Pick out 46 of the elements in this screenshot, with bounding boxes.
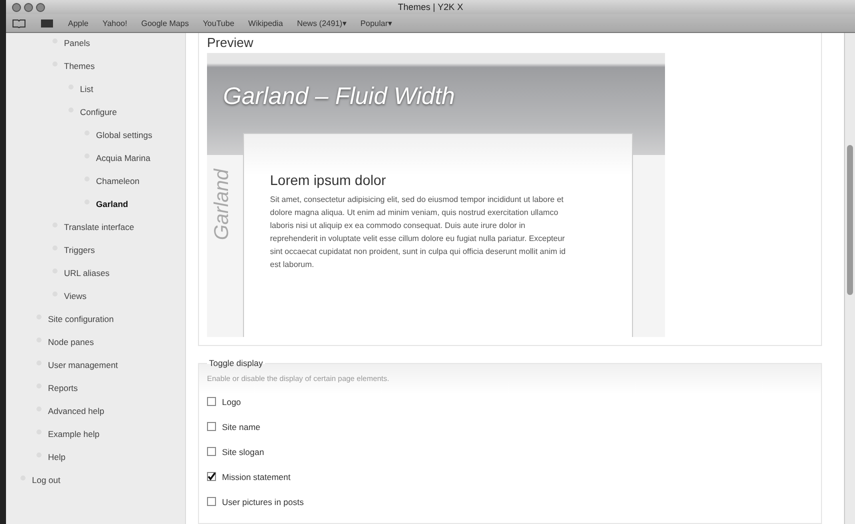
menu-item[interactable]: Advanced help xyxy=(48,404,104,419)
menu-item[interactable]: Help xyxy=(48,450,66,465)
menu-item[interactable]: Log out xyxy=(32,473,60,488)
menu-item[interactable]: Configure xyxy=(80,105,117,120)
menu-item[interactable]: User management xyxy=(48,358,118,373)
menu-item[interactable]: Node panes xyxy=(48,335,94,350)
checkbox-label: Logo xyxy=(222,396,241,406)
book-icon[interactable] xyxy=(12,18,26,28)
menu-item[interactable]: Translate interface xyxy=(64,220,134,235)
menu-item[interactable]: Chameleon xyxy=(96,174,140,189)
bookmark-link[interactable]: Apple xyxy=(68,18,88,28)
card-title: Lorem ipsum dolor xyxy=(270,172,387,188)
bookmark-link[interactable]: Google Maps xyxy=(141,18,189,28)
menu-item[interactable]: Views xyxy=(64,289,87,304)
menu-item[interactable]: Panels xyxy=(64,36,90,51)
bookmark-link[interactable]: News (2491)▾ xyxy=(296,18,346,28)
scrollbar[interactable] xyxy=(844,33,855,524)
checkbox-label: User pictures in posts xyxy=(222,496,304,506)
bookmark-link[interactable]: Yahoo! xyxy=(102,18,128,28)
menu-item[interactable]: Global settings xyxy=(96,128,152,143)
checkbox-label: Site name xyxy=(222,422,260,432)
window-title: Themes | Y2K X xyxy=(398,2,464,12)
checkbox-label: Mission statement xyxy=(222,472,290,482)
menu-item[interactable]: Site configuration xyxy=(48,312,114,327)
fieldset-legend: Toggle display xyxy=(207,358,265,368)
card-text: Sit amet, consectetur adipisicing elit, sed do eiusmod tempor incididunt ut labore et dolore magna aliqua. Ut enim ad minim veniam, quis nostrud exercitation ullamco laboris nisi ut aliquip ex ea commodo consequat. Duis aute irure dolor in reprehenderit in voluptate velit esse cillum dolore eu fugiat nulla pariatur. Excepteur sint occaecat cupidatat non proident, sunt in culpa qui officia deserunt mollit anim id est laborum. xyxy=(270,194,567,271)
checkbox[interactable] xyxy=(207,447,216,456)
banner-title: Garland – Fluid Width xyxy=(223,83,455,110)
preview-heading: Preview xyxy=(207,35,254,50)
menu-item[interactable]: Triggers xyxy=(64,243,95,258)
menu-item[interactable]: Acquia Marina xyxy=(96,151,150,166)
menu-item[interactable]: Garland xyxy=(96,197,128,212)
bookmark-link[interactable]: Popular▾ xyxy=(360,18,392,28)
checkbox[interactable] xyxy=(207,397,216,406)
side-label: Garland xyxy=(211,169,234,240)
menu-item[interactable]: List xyxy=(80,82,94,97)
bookmark-link[interactable]: Wikipedia xyxy=(248,18,283,28)
menu-item[interactable]: Themes xyxy=(64,59,95,74)
checkbox[interactable] xyxy=(207,497,216,506)
checkbox[interactable] xyxy=(207,422,216,431)
checkbox[interactable] xyxy=(207,472,216,481)
menu-item[interactable]: Reports xyxy=(48,381,78,396)
menu-item[interactable]: URL aliases xyxy=(64,266,110,281)
menu-item[interactable]: Example help xyxy=(48,427,100,442)
bookmark-link[interactable]: YouTube xyxy=(202,18,234,28)
checkbox-label: Site slogan xyxy=(222,446,264,456)
